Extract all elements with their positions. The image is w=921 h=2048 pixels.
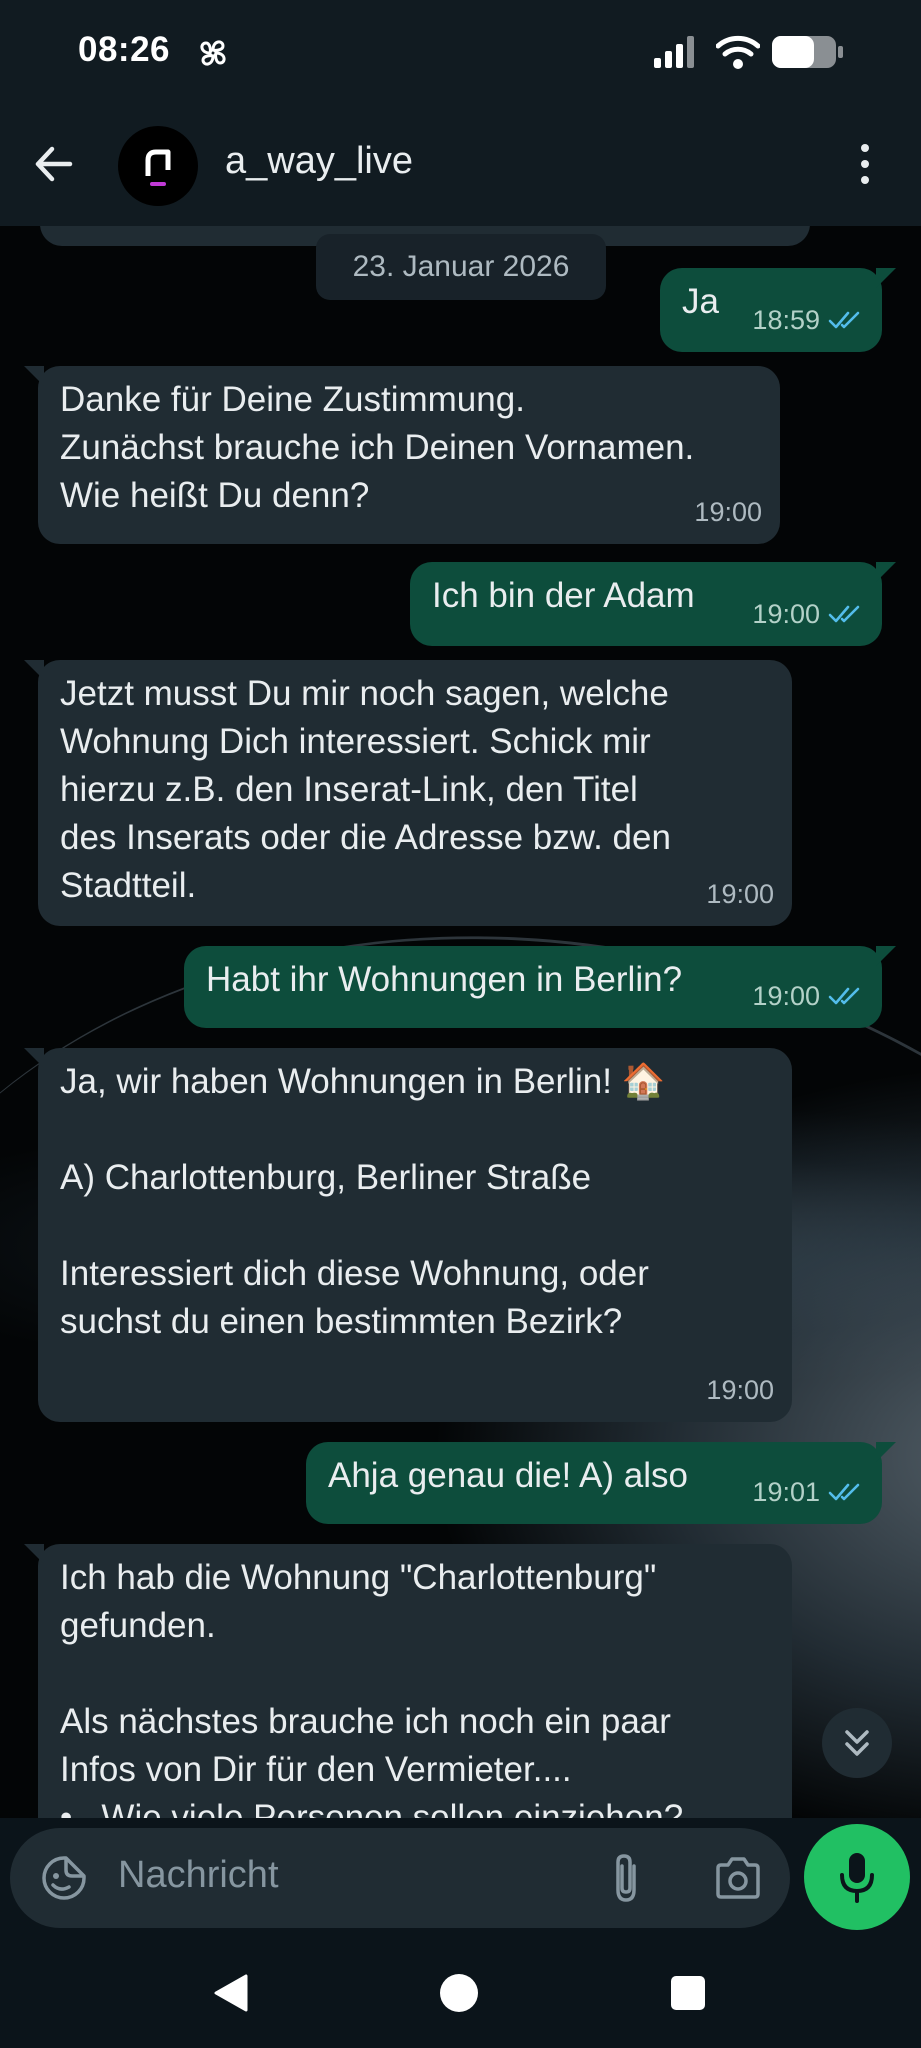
message-meta: 19:00 xyxy=(706,870,774,918)
nav-home-icon[interactable] xyxy=(440,1974,478,2012)
read-receipt-icon xyxy=(828,605,860,623)
message-text: Danke für Deine Zustimmung. Zunächst bra… xyxy=(60,380,695,515)
battery-icon xyxy=(772,36,843,68)
more-options-icon[interactable] xyxy=(858,144,872,184)
message-time: 19:00 xyxy=(752,599,820,629)
message-text: Ja, wir haben Wohnungen in Berlin! 🏠 A) … xyxy=(60,1062,666,1341)
message-time: 19:01 xyxy=(752,1477,820,1507)
message-input[interactable]: Nachricht xyxy=(118,1854,279,1897)
message-text: Ich hab die Wohnung "Charlottenburg" gef… xyxy=(60,1558,684,1818)
message-meta: 19:00 xyxy=(694,488,762,536)
message-meta: 19:00 xyxy=(706,1366,774,1414)
read-receipt-icon xyxy=(828,1483,860,1501)
nav-back-icon[interactable] xyxy=(210,1972,250,2014)
chat-header: a_way_live xyxy=(0,100,921,226)
incoming-message[interactable]: Ich hab die Wohnung "Charlottenburg" gef… xyxy=(24,1544,792,1818)
microphone-icon xyxy=(840,1853,874,1903)
incoming-message[interactable]: Ja, wir haben Wohnungen in Berlin! 🏠 A) … xyxy=(24,1048,792,1422)
fan-app-icon xyxy=(200,40,226,66)
outgoing-message[interactable]: Ich bin der Adam 19:00 xyxy=(410,562,896,646)
scroll-to-bottom-button[interactable] xyxy=(822,1708,892,1778)
back-arrow-icon[interactable] xyxy=(30,140,78,188)
message-meta: 18:59 xyxy=(752,296,864,344)
clock: 08:26 xyxy=(78,30,171,69)
message-time: 19:00 xyxy=(706,1375,774,1405)
read-receipt-icon xyxy=(828,987,860,1005)
message-time: 19:00 xyxy=(752,981,820,1011)
paperclip-icon[interactable] xyxy=(608,1852,644,1904)
date-separator: 23. Januar 2026 xyxy=(316,234,606,300)
voice-record-button[interactable] xyxy=(804,1824,910,1930)
message-meta: 19:00 xyxy=(752,590,864,638)
outgoing-message[interactable]: Ahja genau die! A) also 19:01 xyxy=(306,1442,896,1524)
incoming-message[interactable]: Jetzt musst Du mir noch sagen, welche Wo… xyxy=(24,660,792,926)
read-receipt-icon xyxy=(828,311,860,329)
nav-recents-icon[interactable] xyxy=(671,1976,705,2010)
outgoing-message[interactable]: Habt ihr Wohnungen in Berlin? 19:00 xyxy=(184,946,896,1028)
message-time: 18:59 xyxy=(752,305,820,335)
contact-name[interactable]: a_way_live xyxy=(225,140,413,183)
outgoing-message[interactable]: Ja 18:59 xyxy=(660,268,896,352)
message-meta: 19:01 xyxy=(752,1468,864,1516)
camera-icon[interactable] xyxy=(714,1856,762,1900)
sticker-emoji-icon[interactable] xyxy=(40,1854,88,1902)
message-list[interactable]: 23. Januar 2026 Ja 18:59 Danke für Deine… xyxy=(0,226,921,1818)
status-bar: 08:26 xyxy=(0,0,921,100)
message-meta: 19:00 xyxy=(752,972,864,1020)
message-composer[interactable]: Nachricht xyxy=(10,1828,790,1928)
system-navigation-bar xyxy=(0,1938,921,2048)
avatar[interactable] xyxy=(118,126,198,206)
incoming-message[interactable]: Danke für Deine Zustimmung. Zunächst bra… xyxy=(24,366,780,544)
message-time: 19:00 xyxy=(694,497,762,527)
wifi-icon xyxy=(716,35,760,69)
brand-logo-icon xyxy=(145,149,171,186)
double-chevron-down-icon xyxy=(845,1730,869,1756)
message-text: Jetzt musst Du mir noch sagen, welche Wo… xyxy=(60,674,671,905)
message-time: 19:00 xyxy=(706,879,774,909)
signal-icon xyxy=(654,36,694,68)
